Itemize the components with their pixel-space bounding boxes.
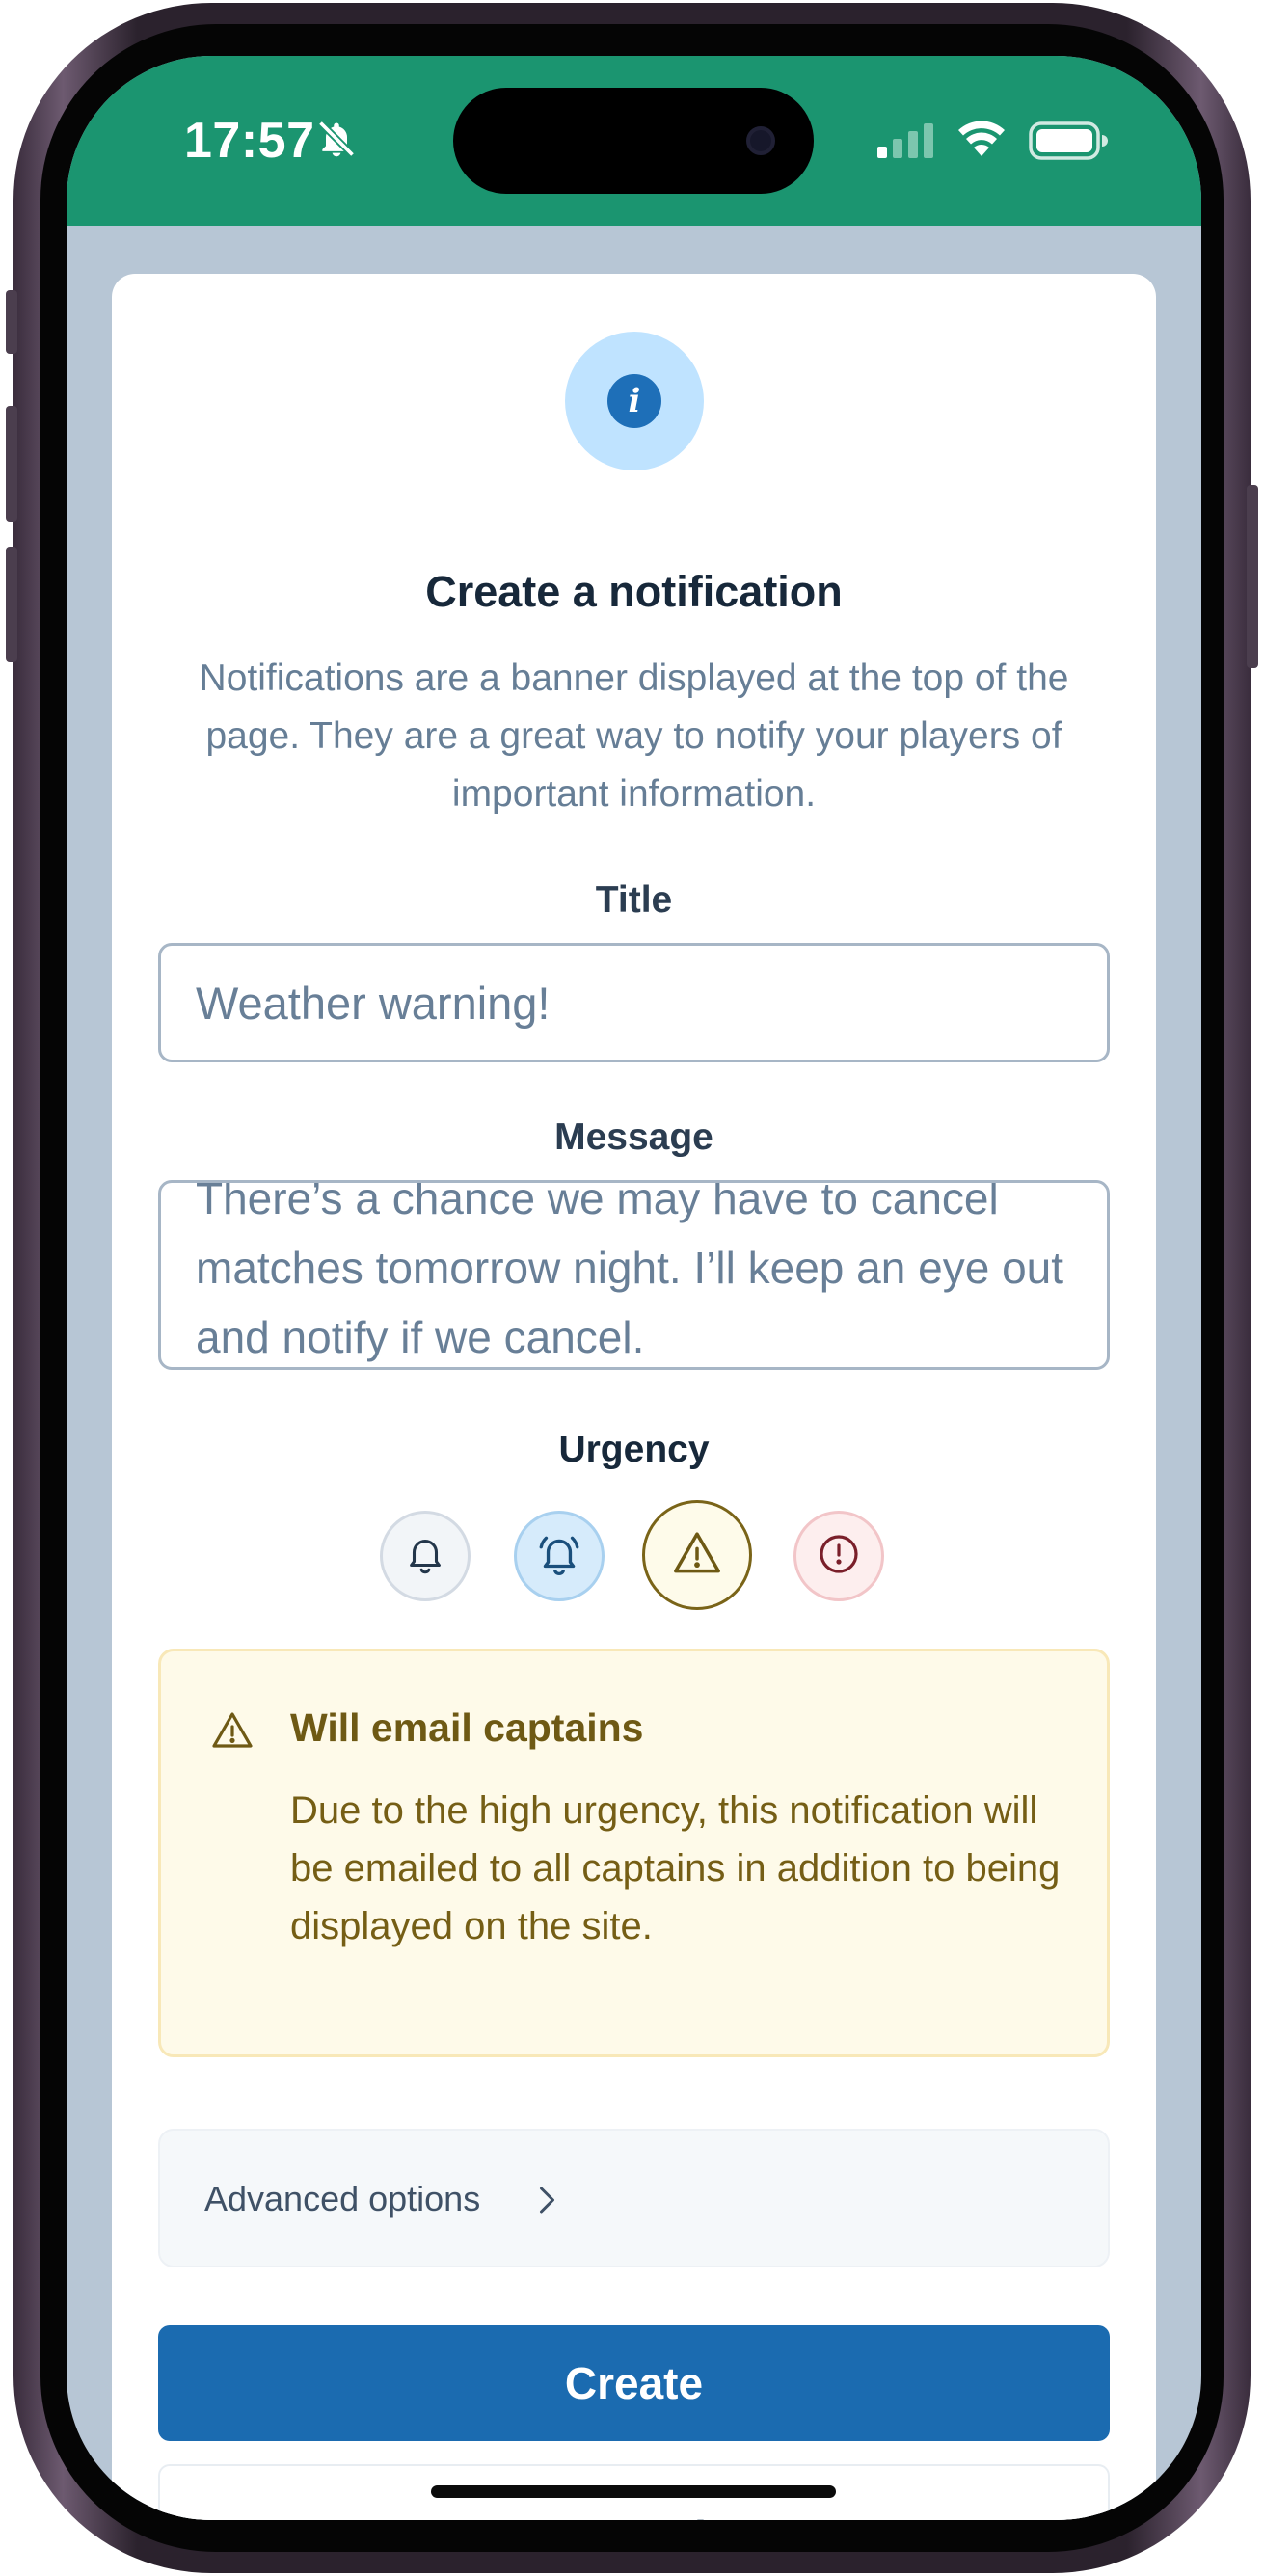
warning-triangle-icon — [670, 1526, 724, 1585]
message-text: There’s a chance we may have to cancel m… — [196, 1180, 1064, 1362]
status-time: 17:57 — [184, 113, 315, 169]
modal-description: Notifications are a banner displayed at … — [199, 657, 1069, 815]
alert-title: Will email captains — [290, 1705, 644, 1750]
silent-switch — [6, 290, 17, 354]
modal-title: Create a notification — [425, 567, 843, 616]
message-label: Message — [554, 1116, 713, 1158]
volume-down-button — [6, 547, 17, 662]
alert-body: Due to the high urgency, this notificati… — [290, 1789, 1061, 1947]
wifi-icon — [958, 120, 1005, 163]
email-captains-alert: Will email captains Due to the high urge… — [158, 1649, 1110, 2057]
message-textarea[interactable]: There’s a chance we may have to cancel m… — [158, 1180, 1110, 1370]
urgency-option-medium[interactable] — [514, 1511, 605, 1601]
create-notification-modal: i Create a notification Notifications ar… — [112, 274, 1156, 2520]
bell-ringing-icon — [535, 1530, 583, 1583]
battery-icon — [1029, 121, 1108, 165]
bell-icon — [403, 1532, 447, 1581]
urgency-option-high[interactable] — [642, 1500, 752, 1610]
camera-icon — [746, 126, 775, 155]
info-badge: i — [565, 332, 704, 470]
chevron-right-icon — [528, 2181, 563, 2224]
title-label: Title — [595, 879, 673, 921]
alert-circle-icon — [816, 1531, 862, 1582]
urgency-option-critical[interactable] — [793, 1511, 884, 1601]
dynamic-island — [453, 88, 814, 194]
home-indicator — [431, 2485, 836, 2498]
phone-screen: 17:57 i Create a notification Notificati… — [67, 56, 1201, 2520]
cellular-signal-icon — [877, 123, 935, 163]
volume-up-button — [6, 406, 17, 522]
info-icon: i — [607, 374, 661, 428]
bell-slash-icon — [315, 118, 358, 165]
urgency-option-low[interactable] — [380, 1511, 471, 1601]
power-button — [1247, 485, 1258, 668]
warning-triangle-icon — [209, 1707, 255, 1758]
status-bar: 17:57 — [67, 56, 1201, 226]
urgency-label: Urgency — [558, 1429, 710, 1470]
advanced-options-label: Advanced options — [204, 2179, 481, 2218]
advanced-options-toggle[interactable]: Advanced options — [158, 2129, 1110, 2267]
title-input[interactable] — [158, 943, 1110, 1062]
create-button[interactable]: Create — [158, 2325, 1110, 2441]
